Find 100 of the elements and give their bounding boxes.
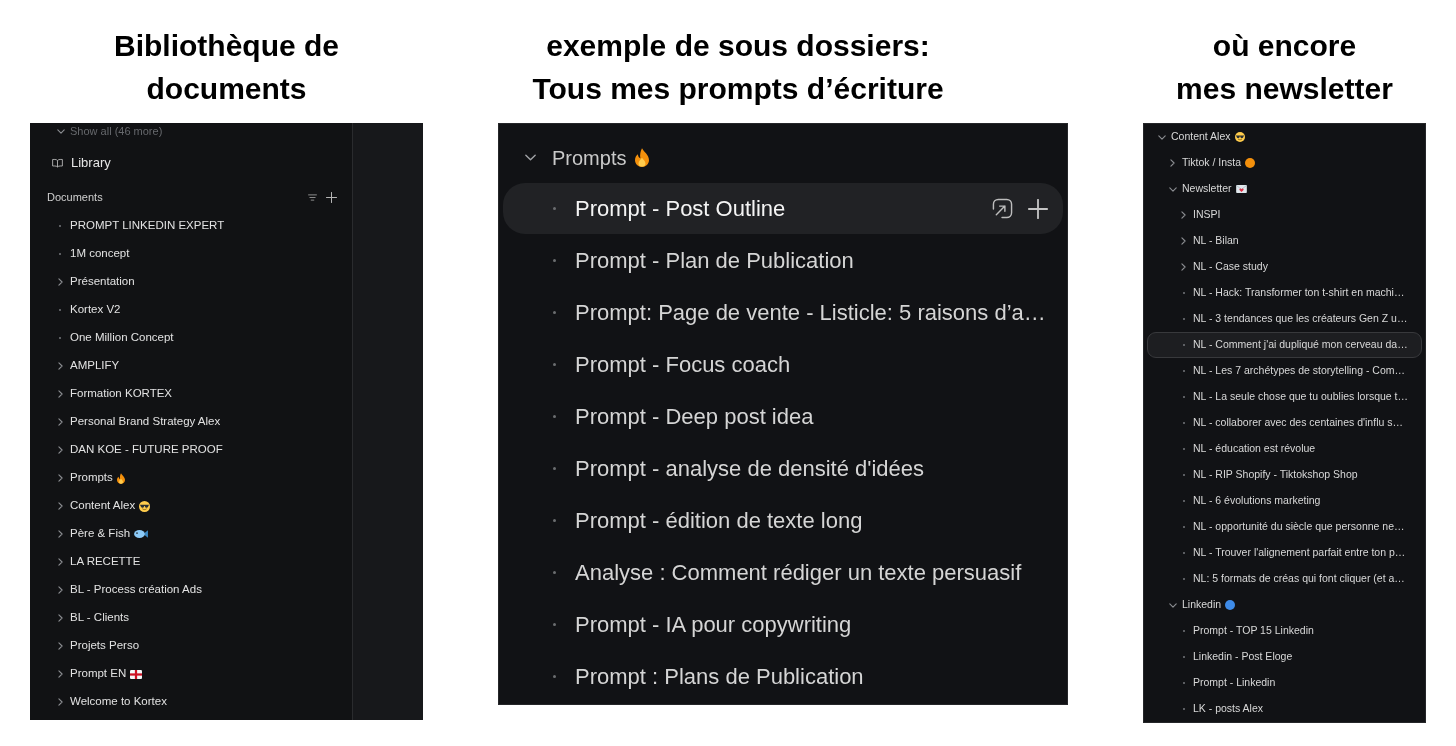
list-item[interactable]: Prompt - Deep post idea	[503, 391, 1063, 442]
nav-item[interactable]: Library	[38, 151, 344, 175]
chevron-right-icon[interactable]	[1181, 263, 1186, 271]
tree-item[interactable]: NL - Hack: Transformer ton t-shirt en machi…	[1147, 280, 1422, 306]
tree-item[interactable]: Père & Fish	[38, 520, 344, 548]
chevron-right-icon[interactable]	[57, 670, 63, 678]
chevron-right-icon[interactable]	[57, 558, 63, 566]
tree-item[interactable]: Kortex V2	[38, 296, 344, 324]
tree-item[interactable]: Content Alex	[38, 492, 344, 520]
tree-item[interactable]: Prompt - TOP 15 Linkedin	[1147, 618, 1422, 644]
tree-item[interactable]: Prompts	[503, 132, 1063, 183]
tree-item[interactable]: Projets Perso	[38, 632, 344, 660]
chevron-right-icon[interactable]	[57, 502, 63, 510]
bullet-dot-icon	[553, 623, 556, 626]
chevron-right-icon[interactable]	[57, 390, 63, 398]
chevron-down-icon[interactable]	[1168, 602, 1177, 608]
bullet-dot-icon	[553, 311, 556, 314]
chevron-right-icon[interactable]	[57, 642, 63, 650]
tree-item[interactable]: NL: 5 formats de créas qui font cliquer (et a…	[1147, 566, 1422, 592]
chevron-right-icon[interactable]	[1181, 211, 1186, 219]
bullet-dot-icon	[553, 467, 556, 470]
plus-icon[interactable]	[326, 191, 337, 203]
chevron-right-icon[interactable]	[57, 418, 63, 426]
chevron-right-icon[interactable]	[57, 586, 63, 594]
chevron-down-icon[interactable]	[1157, 134, 1166, 140]
chevron-down-icon[interactable]	[524, 154, 537, 161]
tree-item[interactable]: Personal Brand Strategy Alex	[38, 408, 344, 436]
list-item[interactable]: Prompt : Plans de Publication	[503, 651, 1063, 702]
chevron-right-icon[interactable]	[57, 614, 63, 622]
bullet-dot-icon	[553, 519, 556, 522]
tree-item[interactable]: Linkedin - Post Eloge	[1147, 644, 1422, 670]
tree-item[interactable]: Prompt EN	[38, 660, 344, 688]
list-item[interactable]: Prompt - édition de texte long	[503, 495, 1063, 546]
tree-item[interactable]: Newsletter	[1147, 176, 1422, 202]
tree-item[interactable]: Prompt - Linkedin	[1147, 670, 1422, 696]
chevron-right-icon[interactable]	[57, 474, 63, 482]
chevron-right-icon[interactable]	[57, 278, 63, 286]
tree-item[interactable]: NL - éducation est révolue	[1147, 436, 1422, 462]
tree-item[interactable]: BL - Clients	[38, 604, 344, 632]
tree-item[interactable]: NL - 6 évolutions marketing	[1147, 488, 1422, 514]
bullet-dot-icon	[553, 415, 556, 418]
arrow-in-square-icon[interactable]	[992, 198, 1013, 219]
tree-item[interactable]: 1M concept	[38, 240, 344, 268]
chevron-down-icon[interactable]	[57, 128, 65, 134]
tree-item[interactable]: INSPI	[1147, 202, 1422, 228]
tree-item[interactable]: NL - Case study	[1147, 254, 1422, 280]
fire-icon	[635, 148, 650, 167]
caption: exemple de sous dossiers: Tous mes prompts d’écriture	[532, 28, 944, 107]
fish-icon	[134, 530, 149, 538]
chevron-right-icon[interactable]	[1181, 237, 1186, 245]
tree-item[interactable]: Content Alex	[1147, 124, 1422, 150]
cross-flag-icon	[130, 669, 143, 679]
tree-item[interactable]: NL - collaborer avec des centaines d'influ s…	[1147, 410, 1422, 436]
caption: Bibliothèque de documents	[114, 28, 339, 107]
chevron-right-icon[interactable]	[57, 530, 63, 538]
tree-item[interactable]: Formation KORTEX	[38, 380, 344, 408]
chevron-right-icon[interactable]	[57, 362, 63, 370]
tree-item[interactable]: BL - Process création Ads	[38, 576, 344, 604]
tree-item[interactable]: NL - opportunité du siècle que personne ne…	[1147, 514, 1422, 540]
tree-item[interactable]: NL - La seule chose que tu oublies lorsque t…	[1147, 384, 1422, 410]
list-item[interactable]: Analyse : Comment rédiger un texte persuasif	[503, 547, 1063, 598]
caption: où encore mes newsletter	[1176, 28, 1393, 107]
tree-item[interactable]: LK - posts Alex	[1147, 696, 1422, 722]
fire-icon	[116, 472, 125, 484]
list-item[interactable]: Prompt - Focus coach	[503, 339, 1063, 390]
bullet-dot-icon	[553, 675, 556, 678]
chevron-right-icon[interactable]	[57, 446, 63, 454]
tree-item[interactable]: Tiktok / Insta	[1147, 150, 1422, 176]
tree-item[interactable]: NL - Comment j'ai dupliqué mon cerveau da…	[1147, 332, 1422, 358]
tree-item[interactable]: DAN KOE - FUTURE PROOF	[38, 436, 344, 464]
list-item[interactable]: Prompt - Plan de Publication	[503, 235, 1063, 286]
tree-item[interactable]: One Million Concept	[38, 324, 344, 352]
tree-item[interactable]: NL - Trouver l'alignement parfait entre ton p…	[1147, 540, 1422, 566]
plus-icon[interactable]	[1028, 198, 1048, 219]
sunglasses-face-icon	[1234, 132, 1245, 142]
list-item[interactable]: Prompt - IA pour copywriting	[503, 599, 1063, 650]
tree-item[interactable]: NL - RIP Shopify - Tiktokshop Shop	[1147, 462, 1422, 488]
tree-item[interactable]: PROMPT LINKEDIN EXPERT	[38, 212, 344, 240]
tree-item[interactable]: Prompts	[38, 464, 344, 492]
list-item[interactable]: Prompt - Post Outline	[503, 183, 1063, 234]
envelope-heart-icon	[1235, 185, 1247, 193]
tree-item[interactable]: AMPLIFY	[38, 352, 344, 380]
book-icon	[52, 158, 63, 168]
chevron-down-icon[interactable]	[1168, 186, 1177, 192]
list-item[interactable]: Prompt: Page de vente - Listicle: 5 raisons d’a…	[503, 287, 1063, 338]
tree-item[interactable]: Présentation	[38, 268, 344, 296]
tree-item[interactable]: Welcome to Kortex	[38, 688, 344, 716]
tree-item[interactable]: NL - Bilan	[1147, 228, 1422, 254]
tree-item[interactable]: NL - Les 7 archétypes de storytelling - Com…	[1147, 358, 1422, 384]
bullet-dot-icon	[553, 207, 556, 210]
bullet-dot-icon	[553, 259, 556, 262]
sunglasses-face-icon	[139, 500, 151, 512]
tree-item[interactable]: LA RECETTE	[38, 548, 344, 576]
bullet-dot-icon	[553, 571, 556, 574]
tree-item[interactable]: NL - 3 tendances que les créateurs Gen Z u…	[1147, 306, 1422, 332]
filter-icon[interactable]	[308, 193, 317, 201]
tree-item[interactable]: Linkedin	[1147, 592, 1422, 618]
list-item[interactable]: Prompt - analyse de densité d'idées	[503, 443, 1063, 494]
chevron-right-icon[interactable]	[57, 698, 63, 706]
chevron-right-icon[interactable]	[1170, 159, 1175, 167]
